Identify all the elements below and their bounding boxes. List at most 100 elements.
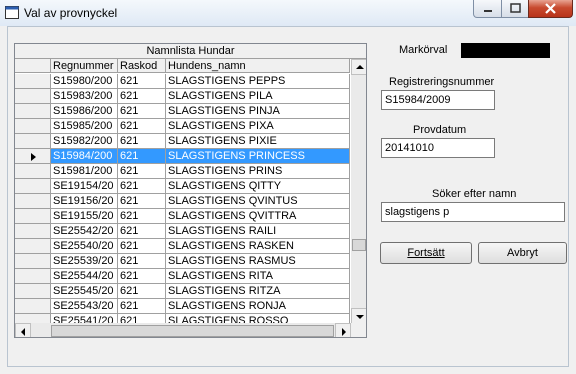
cell-regnummer[interactable]: SE25543/20 [51,299,118,314]
cell-hundens-namn[interactable]: SLAGSTIGENS RITA [166,269,350,284]
cell-raskod[interactable]: 621 [118,134,166,149]
continue-button[interactable]: Fortsätt [380,242,472,264]
cell-raskod[interactable]: 621 [118,74,166,89]
cell-raskod[interactable]: 621 [118,179,166,194]
row-header[interactable] [15,194,51,209]
cell-regnummer[interactable]: SE25542/20 [51,224,118,239]
cell-hundens-namn[interactable]: SLAGSTIGENS QVITTRA [166,209,350,224]
cell-regnummer[interactable]: S15982/200 [51,134,118,149]
cell-hundens-namn[interactable]: SLAGSTIGENS RAILI [166,224,350,239]
table-row[interactable]: S15986/200 621 SLAGSTIGENS PINJA [15,104,352,119]
table-row[interactable]: S15983/200 621 SLAGSTIGENS PILA [15,89,352,104]
cell-regnummer[interactable]: SE19156/20 [51,194,118,209]
cell-regnummer[interactable]: SE19154/20 [51,179,118,194]
cell-regnummer[interactable]: S15983/200 [51,89,118,104]
row-header[interactable] [15,179,51,194]
cell-regnummer[interactable]: SE25544/20 [51,269,118,284]
cell-raskod[interactable]: 621 [118,239,166,254]
cell-regnummer[interactable]: SE25545/20 [51,284,118,299]
marker-color-box[interactable] [461,43,550,58]
table-row[interactable]: SE25545/20 621 SLAGSTIGENS RITZA [15,284,352,299]
cell-raskod[interactable]: 621 [118,299,166,314]
cell-regnummer[interactable]: SE25539/20 [51,254,118,269]
cell-regnummer[interactable]: S15980/200 [51,74,118,89]
table-row[interactable]: SE19156/20 621 SLAGSTIGENS QVINTUS [15,194,352,209]
cell-raskod[interactable]: 621 [118,149,166,164]
cell-raskod[interactable]: 621 [118,269,166,284]
cell-raskod[interactable]: 621 [118,284,166,299]
table-row[interactable]: SE25542/20 621 SLAGSTIGENS RAILI [15,224,352,239]
cell-raskod[interactable]: 621 [118,254,166,269]
vertical-scroll-thumb[interactable] [352,239,366,251]
cell-hundens-namn[interactable]: SLAGSTIGENS QVINTUS [166,194,350,209]
cell-hundens-namn[interactable]: SLAGSTIGENS PRINS [166,164,350,179]
cell-hundens-namn[interactable]: SLAGSTIGENS RITZA [166,284,350,299]
row-header[interactable] [15,269,51,284]
row-header[interactable] [15,89,51,104]
horizontal-scroll-thumb[interactable] [51,325,334,337]
search-input[interactable]: slagstigens p [381,202,565,222]
table-row[interactable]: S15981/200 621 SLAGSTIGENS PRINS [15,164,352,179]
cell-raskod[interactable]: 621 [118,164,166,179]
cell-raskod[interactable]: 621 [118,89,166,104]
cell-regnummer[interactable]: S15985/200 [51,119,118,134]
dog-names-grid[interactable]: Namnlista Hundar Regnummer Raskod Hunden… [14,43,367,338]
close-button[interactable] [528,0,573,18]
table-row[interactable]: SE25539/20 621 SLAGSTIGENS RASMUS [15,254,352,269]
table-row[interactable]: S15985/200 621 SLAGSTIGENS PIXA [15,119,352,134]
reg-number-field[interactable]: S15984/2009 [381,90,495,110]
row-header[interactable] [15,149,51,164]
cell-hundens-namn[interactable]: SLAGSTIGENS RONJA [166,299,350,314]
row-header[interactable] [15,254,51,269]
cell-raskod[interactable]: 621 [118,104,166,119]
cell-regnummer[interactable]: S15981/200 [51,164,118,179]
scroll-up-button[interactable] [351,59,366,75]
cell-hundens-namn[interactable]: SLAGSTIGENS QITTY [166,179,350,194]
row-header[interactable] [15,209,51,224]
row-header[interactable] [15,134,51,149]
column-header-hundens-namn[interactable]: Hundens_namn [166,59,350,73]
cell-hundens-namn[interactable]: SLAGSTIGENS PEPPS [166,74,350,89]
cell-hundens-namn[interactable]: SLAGSTIGENS PIXIE [166,134,350,149]
table-row[interactable]: S15984/200 621 SLAGSTIGENS PRINCESS [15,149,352,164]
row-header[interactable] [15,74,51,89]
cell-hundens-namn[interactable]: SLAGSTIGENS RASKEN [166,239,350,254]
minimize-button[interactable] [473,0,502,18]
table-row[interactable]: SE19154/20 621 SLAGSTIGENS QITTY [15,179,352,194]
table-row[interactable]: S15982/200 621 SLAGSTIGENS PIXIE [15,134,352,149]
row-header[interactable] [15,104,51,119]
vertical-scrollbar[interactable] [351,59,366,324]
cell-raskod[interactable]: 621 [118,194,166,209]
table-row[interactable]: SE25540/20 621 SLAGSTIGENS RASKEN [15,239,352,254]
row-header[interactable] [15,284,51,299]
row-header[interactable] [15,239,51,254]
column-header-regnummer[interactable]: Regnummer [51,59,118,73]
test-date-field[interactable]: 20141010 [381,138,495,158]
row-header[interactable] [15,119,51,134]
row-header[interactable] [15,299,51,314]
title-bar[interactable]: Val av provnyckel [0,0,576,26]
cell-regnummer[interactable]: SE19155/20 [51,209,118,224]
scroll-down-button[interactable] [351,308,366,324]
cell-raskod[interactable]: 621 [118,209,166,224]
table-row[interactable]: SE19155/20 621 SLAGSTIGENS QVITTRA [15,209,352,224]
cell-regnummer[interactable]: S15984/200 [51,149,118,164]
cell-hundens-namn[interactable]: SLAGSTIGENS PRINCESS [166,149,350,164]
row-header[interactable] [15,224,51,239]
cell-regnummer[interactable]: SE25540/20 [51,239,118,254]
horizontal-scrollbar[interactable] [15,323,351,337]
cell-regnummer[interactable]: S15986/200 [51,104,118,119]
table-row[interactable]: S15980/200 621 SLAGSTIGENS PEPPS [15,74,352,89]
column-header-raskod[interactable]: Raskod [118,59,166,73]
maximize-button[interactable] [501,0,529,18]
row-header[interactable] [15,164,51,179]
scroll-left-button[interactable] [15,323,31,337]
cell-raskod[interactable]: 621 [118,119,166,134]
cell-hundens-namn[interactable]: SLAGSTIGENS PIXA [166,119,350,134]
cell-hundens-namn[interactable]: SLAGSTIGENS RASMUS [166,254,350,269]
cell-hundens-namn[interactable]: SLAGSTIGENS PILA [166,89,350,104]
cell-hundens-namn[interactable]: SLAGSTIGENS PINJA [166,104,350,119]
table-row[interactable]: SE25543/20 621 SLAGSTIGENS RONJA [15,299,352,314]
scroll-right-button[interactable] [335,323,351,337]
cell-raskod[interactable]: 621 [118,224,166,239]
